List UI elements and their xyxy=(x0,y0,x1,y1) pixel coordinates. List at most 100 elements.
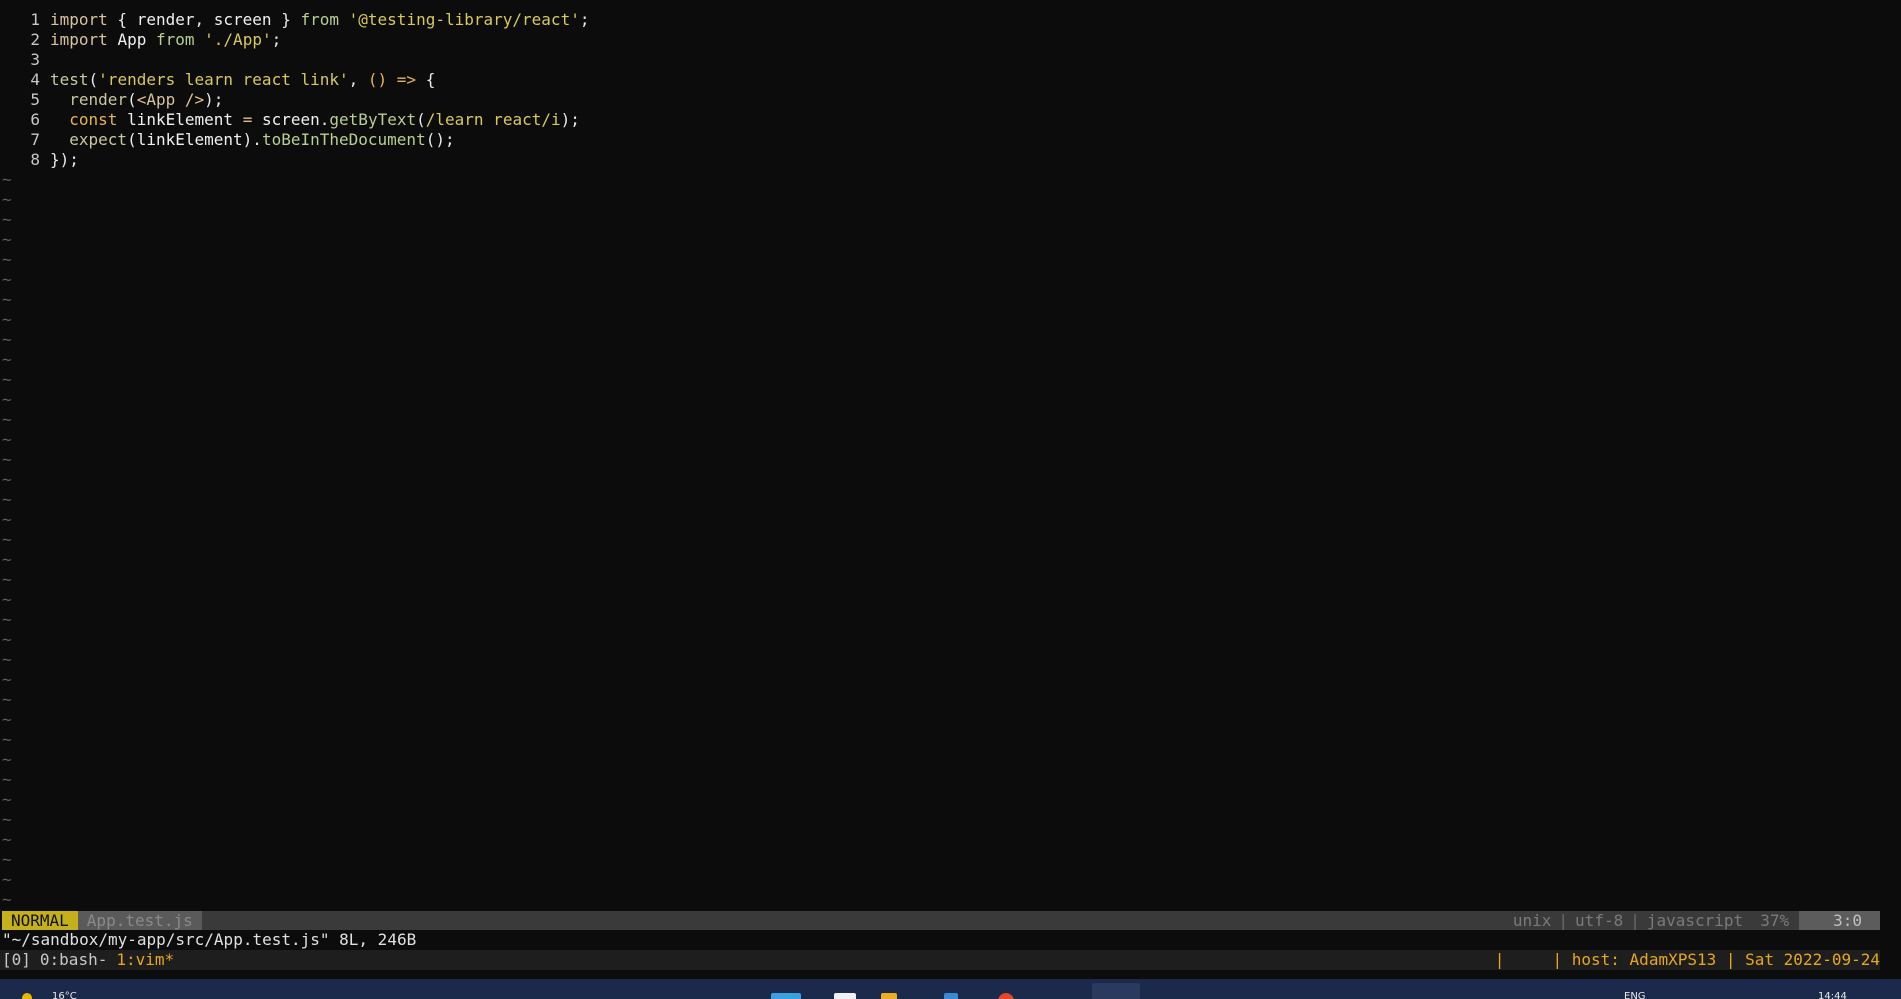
code-token: toBeInTheDocument xyxy=(261,130,426,149)
empty-buffer-line: ~ xyxy=(0,670,1890,690)
empty-buffer-line: ~ xyxy=(0,650,1890,670)
code-token: /learn react/i xyxy=(425,110,561,129)
line-number: 2 xyxy=(30,30,40,49)
code-text[interactable]: import { render, screen } from '@testing… xyxy=(50,10,589,30)
empty-buffer-line: ~ xyxy=(0,450,1890,470)
code-line[interactable]: 5 render(<App />); xyxy=(0,90,1890,110)
code-token: linkElement xyxy=(127,110,234,129)
tilde-marker: ~ xyxy=(2,470,12,489)
code-token: ( xyxy=(127,130,137,149)
line-number: 5 xyxy=(30,90,40,109)
statusline-separator: | xyxy=(1630,911,1640,930)
code-token: () => xyxy=(367,70,426,89)
tilde-marker: ~ xyxy=(2,610,12,629)
tilde-marker: ~ xyxy=(2,590,12,609)
line-number: 8 xyxy=(30,150,40,169)
tilde-marker: ~ xyxy=(2,830,12,849)
code-token: render xyxy=(136,10,195,29)
code-token: /> xyxy=(175,90,205,109)
tmux-window-vim[interactable]: 1:vim* xyxy=(107,950,174,970)
empty-buffer-line: ~ xyxy=(0,210,1890,230)
tilde-marker: ~ xyxy=(2,310,12,329)
weather-icon[interactable] xyxy=(22,993,32,999)
tilde-marker: ~ xyxy=(2,770,12,789)
language-indicator[interactable]: ENG xyxy=(1624,991,1646,999)
code-text[interactable]: const linkElement = screen.getByText(/le… xyxy=(50,110,580,130)
code-token: { xyxy=(107,10,137,29)
weather-temperature[interactable]: 16°C xyxy=(52,991,77,999)
line-number: 7 xyxy=(30,130,40,149)
tilde-marker: ~ xyxy=(2,290,12,309)
code-line[interactable]: 2 import App from './App'; xyxy=(0,30,1890,50)
terminal-app-icon[interactable] xyxy=(1092,983,1140,999)
code-line[interactable]: 3 xyxy=(0,50,1890,70)
code-text[interactable]: }); xyxy=(50,150,79,170)
store-icon[interactable] xyxy=(944,993,958,999)
empty-buffer-line: ~ xyxy=(0,710,1890,730)
tmux-window-bash[interactable]: 0:bash- xyxy=(31,950,107,970)
code-token: './App' xyxy=(204,30,272,49)
tilde-marker: ~ xyxy=(2,750,12,769)
tilde-marker: ~ xyxy=(2,890,12,909)
code-text[interactable]: expect(linkElement).toBeInTheDocument(); xyxy=(50,130,454,150)
statusline-encoding: utf-8 xyxy=(1575,911,1624,930)
clock-time[interactable]: 14:44 xyxy=(1818,991,1847,999)
statusline-filetype: javascript xyxy=(1646,911,1744,930)
code-token: = xyxy=(242,110,253,129)
tilde-marker: ~ xyxy=(2,570,12,589)
tilde-marker: ~ xyxy=(2,870,12,889)
empty-buffer-line: ~ xyxy=(0,470,1890,490)
code-line[interactable]: 8}); xyxy=(0,150,1890,170)
empty-buffer-line: ~ xyxy=(0,690,1890,710)
file-explorer-icon[interactable] xyxy=(881,993,897,999)
search-icon[interactable] xyxy=(834,993,856,999)
code-token: render xyxy=(69,90,128,109)
browser-icon[interactable] xyxy=(998,993,1014,999)
code-line[interactable]: 6 const linkElement = screen.getByText(/… xyxy=(0,110,1890,130)
tilde-marker: ~ xyxy=(2,350,12,369)
code-token: expect xyxy=(69,130,128,149)
code-token: ( xyxy=(88,70,99,89)
tilde-marker: ~ xyxy=(2,250,12,269)
empty-buffer-line: ~ xyxy=(0,730,1890,750)
statusline-separator: | xyxy=(1558,911,1569,930)
code-token: ); xyxy=(560,110,580,129)
empty-buffer-line: ~ xyxy=(0,890,1890,910)
tilde-marker: ~ xyxy=(2,690,12,709)
statusline-cursor-position: 3:0 xyxy=(1799,911,1880,930)
start-icon[interactable] xyxy=(771,993,801,999)
code-token: ( xyxy=(416,110,426,129)
terminal-window[interactable]: 1 import { render, screen } from '@testin… xyxy=(0,0,1901,979)
code-line[interactable]: 4 test('renders learn react link', () => … xyxy=(0,70,1890,90)
code-line[interactable]: 1 import { render, screen } from '@testin… xyxy=(0,10,1890,30)
tilde-marker: ~ xyxy=(2,730,12,749)
tilde-marker: ~ xyxy=(2,430,12,449)
code-token: linkElement xyxy=(136,130,243,149)
vim-editor-buffer[interactable]: 1 import { render, screen } from '@testin… xyxy=(0,10,1890,910)
statusline-filename: App.test.js xyxy=(77,911,202,930)
tilde-marker: ~ xyxy=(2,810,12,829)
empty-buffer-line: ~ xyxy=(0,750,1890,770)
code-token: from xyxy=(300,10,339,29)
code-text[interactable]: import App from './App'; xyxy=(50,30,281,50)
windows-taskbar: 16°C ENG 14:44 xyxy=(0,979,1901,999)
tilde-marker: ~ xyxy=(2,510,12,529)
empty-buffer-line: ~ xyxy=(0,490,1890,510)
code-text[interactable]: render(<App />); xyxy=(50,90,223,110)
vim-statusline: NORMAL App.test.js unix | utf-8 | javasc… xyxy=(2,911,1880,930)
tilde-marker: ~ xyxy=(2,330,12,349)
line-number: 3 xyxy=(30,50,40,69)
empty-buffer-line: ~ xyxy=(0,190,1890,210)
empty-buffer-line: ~ xyxy=(0,570,1890,590)
code-text[interactable]: test('renders learn react link', () => { xyxy=(50,70,435,90)
code-token: getByText xyxy=(329,110,417,129)
empty-buffer-line: ~ xyxy=(0,850,1890,870)
tilde-marker: ~ xyxy=(2,450,12,469)
code-line[interactable]: 7 expect(linkElement).toBeInTheDocument(… xyxy=(0,130,1890,150)
